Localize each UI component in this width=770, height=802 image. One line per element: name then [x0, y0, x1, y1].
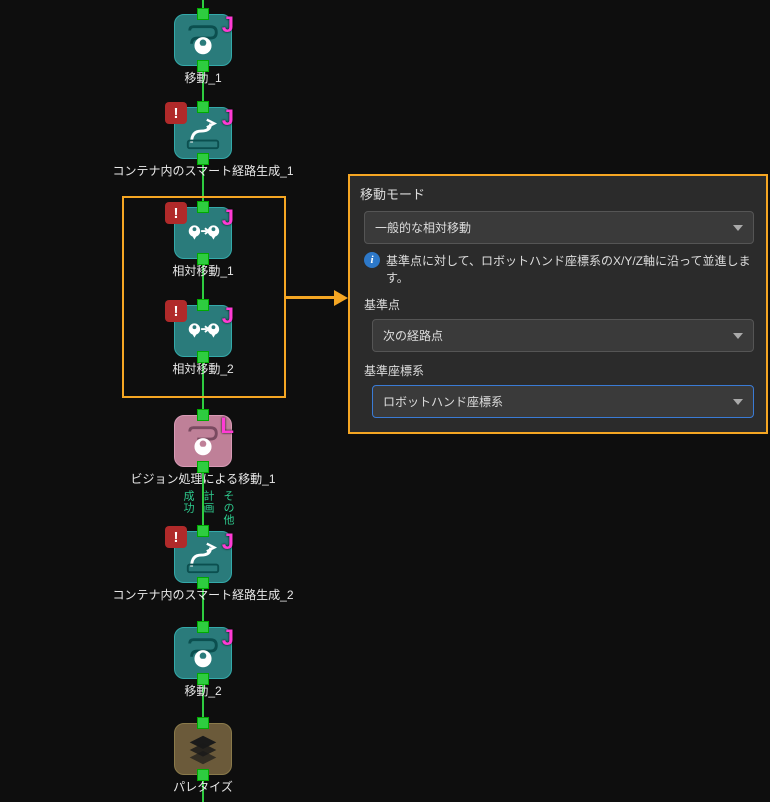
node-smart-path-1[interactable]: ! J コンテナ内のスマート経路生成_1: [174, 107, 232, 159]
move-mode-dropdown[interactable]: 一般的な相対移動: [364, 211, 754, 244]
badge-j: J: [222, 12, 234, 38]
panel-title: 移動モード: [360, 184, 756, 203]
error-badge: !: [165, 202, 187, 224]
port-in[interactable]: [197, 101, 209, 113]
chevron-down-icon: [733, 399, 743, 405]
dropdown-value: 一般的な相対移動: [375, 219, 471, 236]
port-in[interactable]: [197, 621, 209, 633]
node-smart-path-2[interactable]: ! J コンテナ内のスマート経路生成_2: [174, 531, 232, 583]
error-badge: !: [165, 526, 187, 548]
node-label: 移動_1: [184, 69, 221, 86]
chevron-down-icon: [733, 333, 743, 339]
callout-arrow: [286, 296, 334, 299]
move-icon: [184, 21, 222, 59]
error-badge: !: [165, 102, 187, 124]
flow-canvas[interactable]: J 移動_1 ! J コンテナ内のスマート経路生成_1 ! J 相対移動_: [0, 0, 400, 802]
vision-move-icon: [184, 422, 222, 460]
node-label: パレタイズ: [173, 778, 233, 795]
badge-j: J: [222, 529, 234, 555]
relative-move-icon: [184, 312, 222, 350]
node-move-2[interactable]: J 移動_2: [174, 627, 232, 679]
callout-arrow-head: [334, 290, 348, 306]
node-vision-move-1[interactable]: L ビジョン処理による移動_1: [174, 415, 232, 467]
badge-j: J: [222, 625, 234, 651]
properties-panel: 移動モード 一般的な相対移動 i 基準点に対して、ロボットハンド座標系のX/Y/…: [348, 174, 768, 434]
info-icon: i: [364, 252, 380, 268]
ref-point-dropdown[interactable]: 次の経路点: [372, 319, 754, 352]
port-in[interactable]: [197, 201, 209, 213]
port-in[interactable]: [197, 299, 209, 311]
relative-move-icon: [184, 214, 222, 252]
port-in[interactable]: [197, 717, 209, 729]
ref-frame-dropdown[interactable]: ロボットハンド座標系: [372, 385, 754, 418]
ref-point-label: 基準点: [364, 296, 756, 313]
port-in[interactable]: [197, 525, 209, 537]
port-in[interactable]: [197, 409, 209, 421]
badge-j: J: [222, 105, 234, 131]
badge-j: J: [222, 303, 234, 329]
node-label: コンテナ内のスマート経路生成_2: [113, 586, 294, 603]
smart-path-icon: [184, 538, 222, 576]
badge-l: L: [221, 413, 234, 439]
info-text: 基準点に対して、ロボットハンド座標系のX/Y/Z軸に沿って並進します。: [386, 252, 756, 286]
node-move-1[interactable]: J 移動_1: [174, 14, 232, 66]
info-row: i 基準点に対して、ロボットハンド座標系のX/Y/Z軸に沿って並進します。: [364, 252, 756, 286]
node-label: 相対移動_1: [172, 262, 233, 279]
ref-frame-label: 基準座標系: [364, 362, 756, 379]
node-label: コンテナ内のスマート経路生成_1: [113, 162, 294, 179]
branch-success: 成功: [180, 490, 196, 514]
branch-plan: 計画: [200, 490, 216, 514]
node-label: ビジョン処理による移動_1: [131, 470, 276, 487]
node-relative-move-1[interactable]: ! J 相対移動_1: [174, 207, 232, 259]
branch-other: その他: [220, 490, 236, 526]
dropdown-value: ロボットハンド座標系: [383, 393, 503, 410]
move-icon: [184, 634, 222, 672]
error-badge: !: [165, 300, 187, 322]
chevron-down-icon: [733, 225, 743, 231]
node-relative-move-2[interactable]: ! J 相対移動_2: [174, 305, 232, 357]
smart-path-icon: [184, 114, 222, 152]
node-label: 移動_2: [184, 682, 221, 699]
node-palletize[interactable]: パレタイズ: [174, 723, 232, 775]
node-label: 相対移動_2: [172, 360, 233, 377]
dropdown-value: 次の経路点: [383, 327, 443, 344]
badge-j: J: [222, 205, 234, 231]
port-in[interactable]: [197, 8, 209, 20]
stack-icon: [184, 730, 222, 768]
